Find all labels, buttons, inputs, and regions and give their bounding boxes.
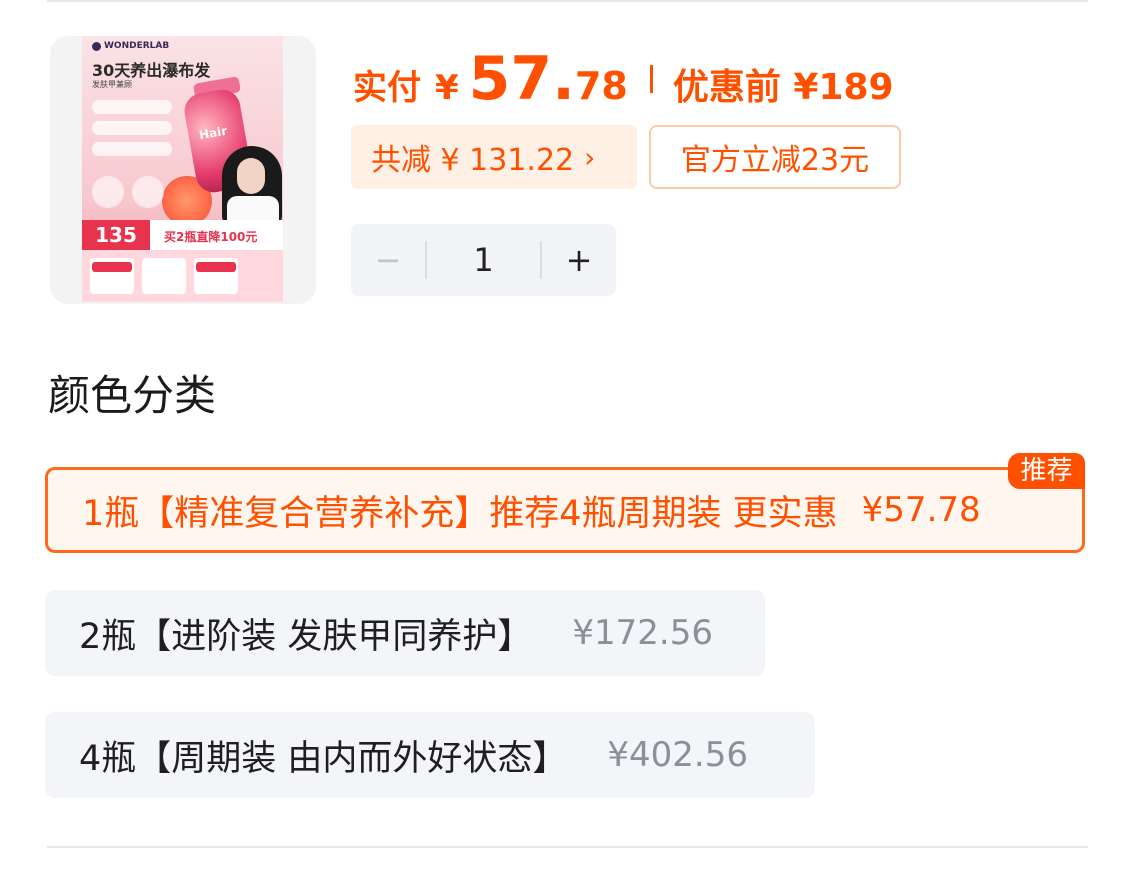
price-row: 实付 ¥ 57. 78 优惠前 ¥189: [353, 44, 894, 114]
image-mini-label: [196, 262, 236, 272]
currency-symbol: ¥: [435, 68, 459, 108]
product-thumbnail: WONDERLAB 30天养出瀑布发 发肤甲兼顾 Hair 135 买2瓶直降1…: [82, 36, 283, 302]
image-brand: WONDERLAB: [92, 41, 169, 51]
image-badge: [132, 176, 164, 208]
official-discount-badge: 官方立减23元: [649, 125, 901, 189]
price-decimal: 78: [574, 64, 628, 108]
increase-quantity-button[interactable]: +: [542, 224, 616, 296]
original-price: 优惠前 ¥189: [672, 67, 894, 108]
product-image[interactable]: WONDERLAB 30天养出瀑布发 发肤甲兼顾 Hair 135 买2瓶直降1…: [50, 36, 316, 304]
image-feature-pill: [92, 142, 172, 156]
image-feature-pill: [92, 100, 172, 114]
section-title: 颜色分类: [48, 371, 217, 420]
option-label: 1瓶【精准复合营养补充】推荐4瓶周期装 更实惠: [82, 493, 838, 534]
image-headline: 30天养出瀑布发: [92, 61, 211, 80]
image-feature-pill: [92, 121, 172, 135]
total-discount-label: 共减 ¥ 131.22: [371, 143, 575, 178]
option-item-1[interactable]: 1瓶【精准复合营养补充】推荐4瓶周期装 更实惠 ¥57.78 推荐: [45, 453, 1085, 553]
top-divider: [47, 0, 1088, 2]
option-price: ¥57.78: [861, 490, 981, 530]
price-separator: [649, 65, 653, 93]
model-face: [237, 158, 265, 194]
option-price: ¥172.56: [572, 613, 714, 653]
price-integer: 57.: [468, 44, 575, 114]
image-subhead: 发肤甲兼顾: [92, 80, 132, 89]
quantity-value[interactable]: 1: [427, 241, 540, 279]
image-mini-label: [92, 262, 132, 272]
quantity-stepper: − 1 +: [351, 224, 616, 296]
image-promo-text: 买2瓶直降100元: [164, 230, 258, 244]
option-price: ¥402.56: [607, 735, 749, 775]
image-mini-box: [142, 258, 186, 294]
paid-label: 实付: [353, 68, 421, 108]
recommended-tag: 推荐: [1008, 453, 1085, 489]
chevron-right-icon: ›: [584, 140, 596, 174]
decrease-quantity-button[interactable]: −: [351, 224, 425, 296]
image-price-tag: 135: [82, 220, 150, 250]
image-brand-text: WONDERLAB: [104, 41, 170, 51]
option-label: 4瓶【周期装 由内而外好状态】: [79, 738, 568, 779]
option-label: 2瓶【进阶装 发肤甲同养护】: [79, 616, 533, 657]
brand-logo-icon: [92, 41, 101, 51]
option-item-3[interactable]: 4瓶【周期装 由内而外好状态】 ¥402.56: [45, 712, 815, 798]
total-discount-button[interactable]: 共减 ¥ 131.22 ›: [351, 125, 637, 189]
bottom-divider: [47, 846, 1088, 848]
option-item-2[interactable]: 2瓶【进阶装 发肤甲同养护】 ¥172.56: [45, 590, 765, 676]
image-badge: [92, 176, 124, 208]
official-discount-label: 官方立减23元: [680, 143, 870, 178]
